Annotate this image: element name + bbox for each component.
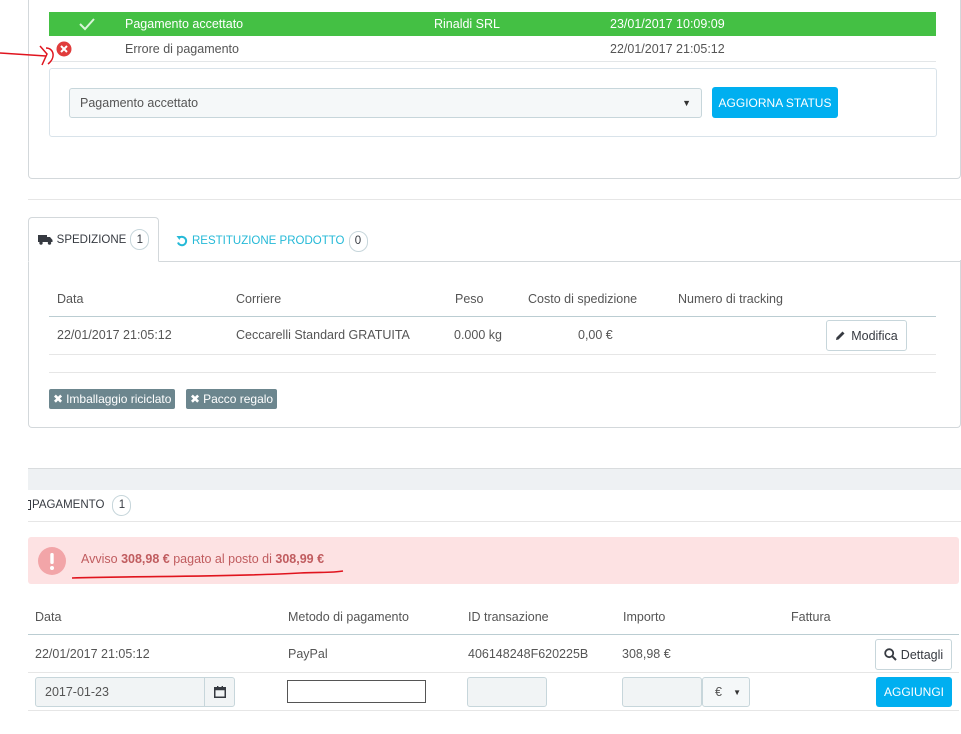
table-header-line [49,316,936,317]
col-method: Metodo di pagamento [288,610,409,624]
payment-title: PAGAMENTO [32,499,105,511]
details-label: Dettagli [900,647,944,662]
status-select-value: Pagamento accettato [80,96,199,110]
close-icon: ✖ [190,392,201,406]
transaction-id-input[interactable] [467,677,547,707]
history-row-previous: Errore di pagamento 22/01/2017 21:05:12 [49,36,936,62]
row-line [49,372,936,373]
annotation-underline [71,570,344,579]
close-icon: ✖ [53,392,64,406]
edit-label: Modifica [851,328,898,343]
tab-count: 1 [130,229,150,250]
tab-count: 0 [348,230,368,252]
tab-line [159,261,961,262]
search-icon [884,648,897,661]
calendar-icon[interactable] [204,678,234,706]
history-status: Errore di pagamento [125,41,239,56]
col-amount: Importo [623,610,666,624]
col-weight: Peso [455,292,484,306]
currency-value: € [715,685,722,699]
payment-panel-top [28,468,961,490]
tab-label: RESTITUZIONE PRODOTTO [192,235,345,247]
alert-paid-amount: 308,98 € [121,552,170,566]
warning-icon [38,546,66,575]
payment-warning-text: Avviso 308,98 € pagato al posto di 308,9… [81,552,324,566]
date-value: 2017-01-23 [45,685,109,699]
chevron-down-icon: ▼ [733,687,741,697]
amount-input[interactable] [622,677,702,707]
table-header-line [28,634,959,635]
history-date: 23/01/2017 10:09:09 [610,17,725,31]
alert-prefix: Avviso [81,552,122,566]
update-status-button[interactable]: AGGIORNA STATUS [712,87,838,118]
history-employee: Rinaldi SRL [434,17,501,31]
col-cost: Costo di spedizione [528,292,638,306]
col-date: Data [35,610,62,624]
payment-method-input[interactable] [287,680,426,703]
edit-shipping-button[interactable]: Modifica [826,320,907,351]
divider [28,199,961,200]
col-date: Data [57,292,84,306]
payment-count: 1 [112,494,132,516]
col-invoice: Fattura [791,610,831,624]
payment-icon [28,500,31,510]
col-tracking: Numero di tracking [678,292,783,306]
tab-label: SPEDIZIONE [56,233,127,246]
alert-expected-amount: 308,99 € [275,552,325,566]
truck-icon [37,235,53,245]
tag-label: Pacco regalo [203,392,274,406]
payment-heading: PAGAMENTO 1 [28,494,132,516]
alert-middle: pagato al posto di [169,552,276,566]
row-line [49,354,936,355]
pencil-icon [836,331,845,340]
shipping-weight: 0.000 kg [454,328,502,342]
col-carrier: Corriere [236,292,282,306]
details-button[interactable]: Dettagli [875,639,952,670]
payment-transaction-id: 406148248F620225B [468,647,589,661]
check-icon [49,17,125,31]
payment-amount: 308,98 € [622,647,671,661]
divider [28,521,961,522]
tab-returns[interactable]: RESTITUZIONE PRODOTTO 0 [176,229,368,253]
tag-recycled-packaging: ✖ Imballaggio riciclato [49,389,176,409]
chevron-down-icon: ▼ [682,98,691,108]
payment-method: PayPal [288,647,328,661]
undo-icon [176,235,188,247]
shipping-date: 22/01/2017 21:05:12 [57,328,172,342]
status-select[interactable]: Pagamento accettato ▼ [69,88,702,118]
tag-gift-wrap: ✖ Pacco regalo [186,389,278,409]
row-line [28,710,959,711]
history-date: 22/01/2017 21:05:12 [610,41,725,56]
currency-select[interactable]: € ▼ [702,677,750,707]
tag-label: Imballaggio riciclato [66,392,172,406]
shipping-carrier: Ceccarelli Standard GRATUITA [236,328,410,342]
history-status: Pagamento accettato [125,17,244,31]
shipping-cost: 0,00 € [578,328,613,342]
col-transaction: ID transazione [468,610,549,624]
payment-date: 22/01/2017 21:05:12 [35,647,150,661]
error-icon [49,41,125,57]
add-payment-button[interactable]: AGGIUNGI [876,677,952,707]
history-row-current: Pagamento accettato Rinaldi SRL 23/01/20… [49,12,936,36]
tab-shipping[interactable]: SPEDIZIONE 1 [28,217,159,262]
payment-date-input[interactable]: 2017-01-23 [35,677,235,707]
row-line [28,672,959,673]
